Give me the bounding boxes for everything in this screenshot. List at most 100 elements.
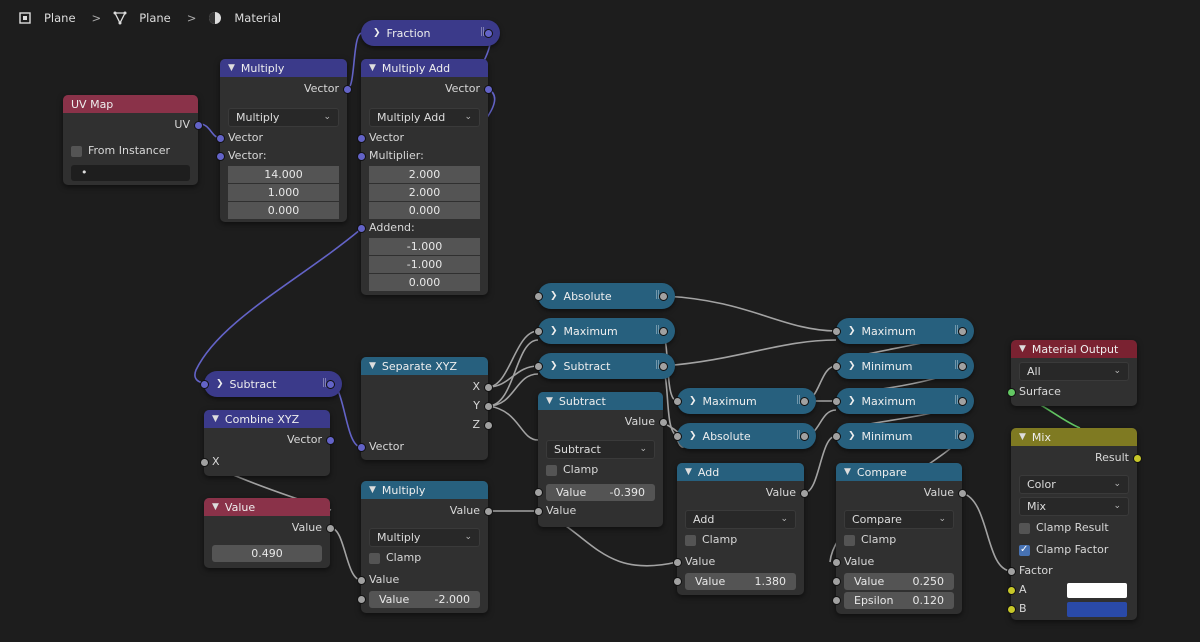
combine-xyz-node[interactable]: ▼ Combine XYZ Vector X bbox=[200, 410, 335, 476]
checkbox-box[interactable] bbox=[844, 534, 855, 546]
value-input-socket[interactable] bbox=[357, 595, 366, 604]
value-output-socket[interactable] bbox=[326, 524, 335, 533]
input-socket[interactable] bbox=[534, 292, 543, 301]
chevron-down-icon[interactable]: ▼ bbox=[1019, 344, 1026, 354]
operation-dropdown[interactable]: Add ⌄ bbox=[685, 510, 796, 529]
input-socket[interactable] bbox=[832, 327, 841, 336]
chevron-down-icon[interactable]: ▼ bbox=[1019, 432, 1026, 442]
vector-output-socket[interactable] bbox=[484, 85, 493, 94]
chevron-down-icon[interactable]: ▼ bbox=[844, 467, 851, 477]
clamp-checkbox[interactable]: Clamp bbox=[369, 550, 421, 566]
value-input-socket[interactable] bbox=[832, 577, 841, 586]
input-socket[interactable] bbox=[673, 432, 682, 441]
value-output-socket[interactable] bbox=[800, 489, 809, 498]
checkbox-box[interactable] bbox=[1019, 522, 1030, 534]
checkbox-box[interactable] bbox=[71, 145, 82, 157]
vector-output-socket[interactable] bbox=[343, 85, 352, 94]
node-header[interactable]: ▼ Value bbox=[204, 498, 330, 516]
maximum-node[interactable]: ❯ Maximum || bbox=[673, 388, 816, 414]
subtract-node[interactable]: ❯ Subtract || bbox=[534, 353, 675, 379]
value-output-socket[interactable] bbox=[958, 489, 967, 498]
value-input-socket[interactable] bbox=[673, 577, 682, 586]
chevron-right-icon[interactable]: ❯ bbox=[848, 326, 856, 336]
chevron-right-icon[interactable]: ❯ bbox=[216, 379, 224, 389]
checkbox-box[interactable] bbox=[546, 464, 557, 476]
multiplier-z-field[interactable]: 0.000 bbox=[369, 202, 480, 219]
chevron-down-icon[interactable]: ▼ bbox=[546, 396, 553, 406]
vector-multiply-node[interactable]: ▼ Multiply Vector Multiply ⌄ Vector Vector… bbox=[216, 59, 352, 222]
absolute-node[interactable]: ❯ Absolute || bbox=[673, 423, 816, 449]
output-socket[interactable] bbox=[958, 432, 967, 441]
input-socket[interactable] bbox=[534, 327, 543, 336]
chevron-right-icon[interactable]: ❯ bbox=[689, 431, 697, 441]
input-socket[interactable] bbox=[832, 432, 841, 441]
value-field[interactable]: Value -2.000 bbox=[369, 591, 480, 608]
chevron-down-icon[interactable]: ▼ bbox=[369, 485, 376, 495]
color-a-swatch[interactable] bbox=[1067, 583, 1127, 598]
maximum-node[interactable]: ❯ Maximum || bbox=[832, 318, 974, 344]
clamp-checkbox[interactable]: Clamp bbox=[685, 532, 737, 548]
output-socket[interactable] bbox=[800, 397, 809, 406]
chevron-right-icon[interactable]: ❯ bbox=[848, 396, 856, 406]
node-header[interactable]: ▼ Subtract bbox=[538, 392, 663, 410]
vector-x-field[interactable]: 14.000 bbox=[228, 166, 339, 183]
node-header[interactable]: ▼ Combine XYZ bbox=[204, 410, 330, 428]
data-type-dropdown[interactable]: Color ⌄ bbox=[1019, 475, 1129, 494]
value-output-socket[interactable] bbox=[659, 418, 668, 427]
value-input-socket[interactable] bbox=[534, 488, 543, 497]
chevron-right-icon[interactable]: ❯ bbox=[848, 361, 856, 371]
clamp-factor-checkbox[interactable]: Clamp Factor bbox=[1019, 542, 1108, 558]
node-header[interactable]: ▼ Multiply bbox=[361, 481, 488, 499]
multiply-add-node[interactable]: ▼ Multiply Add Vector Multiply Add ⌄ Vecto… bbox=[357, 59, 493, 295]
node-header[interactable]: ▼ Multiply bbox=[220, 59, 347, 77]
from-instancer-checkbox[interactable]: From Instancer bbox=[71, 143, 170, 159]
chevron-right-icon[interactable]: ❯ bbox=[550, 326, 558, 336]
minimum-node[interactable]: ❯ Minimum || bbox=[832, 353, 974, 379]
chevron-right-icon[interactable]: ❯ bbox=[550, 291, 558, 301]
node-header[interactable]: ▼ Multiply Add bbox=[361, 59, 488, 77]
multiplier-y-field[interactable]: 2.000 bbox=[369, 184, 480, 201]
breadcrumb-mesh[interactable]: Plane bbox=[139, 11, 171, 25]
node-header[interactable]: ▼ Add bbox=[677, 463, 804, 481]
clamp-result-checkbox[interactable]: Clamp Result bbox=[1019, 520, 1109, 536]
result-output-socket[interactable] bbox=[1133, 454, 1142, 463]
absolute-node[interactable]: ❯ Absolute || bbox=[534, 283, 675, 309]
operation-dropdown[interactable]: Compare ⌄ bbox=[844, 510, 954, 529]
material-output-node[interactable]: ▼ Material Output All ⌄ Surface bbox=[1007, 340, 1137, 406]
output-socket[interactable] bbox=[659, 327, 668, 336]
x-output-socket[interactable] bbox=[484, 383, 493, 392]
addend-z-field[interactable]: 0.000 bbox=[369, 274, 480, 291]
output-socket[interactable] bbox=[326, 380, 335, 389]
chevron-right-icon[interactable]: ❯ bbox=[550, 361, 558, 371]
breadcrumb-object[interactable]: Plane bbox=[44, 11, 76, 25]
vector-output-socket[interactable] bbox=[326, 436, 335, 445]
chevron-down-icon[interactable]: ▼ bbox=[369, 63, 376, 73]
chevron-down-icon[interactable]: ▼ bbox=[685, 467, 692, 477]
operation-dropdown[interactable]: Multiply ⌄ bbox=[369, 528, 480, 547]
value-field[interactable]: Value 1.380 bbox=[685, 573, 796, 590]
color-b-swatch[interactable] bbox=[1067, 602, 1127, 617]
math-add-node[interactable]: ▼ Add Value Add ⌄ Clamp Value Value 1.380 bbox=[673, 463, 809, 595]
addend-y-field[interactable]: -1.000 bbox=[369, 256, 480, 273]
input-socket[interactable] bbox=[200, 380, 209, 389]
checkbox-box[interactable] bbox=[369, 552, 380, 564]
epsilon-field[interactable]: Epsilon 0.120 bbox=[844, 592, 954, 609]
value-field[interactable]: 0.490 bbox=[212, 545, 322, 562]
uv-map-field[interactable]: • bbox=[71, 165, 190, 181]
input-socket[interactable] bbox=[673, 397, 682, 406]
chevron-right-icon[interactable]: ❯ bbox=[848, 431, 856, 441]
output-socket[interactable] bbox=[958, 362, 967, 371]
value-output-socket[interactable] bbox=[484, 507, 493, 516]
math-multiply-node[interactable]: ▼ Multiply Value Multiply ⌄ Clamp Value Va… bbox=[357, 481, 493, 613]
y-output-socket[interactable] bbox=[484, 402, 493, 411]
output-socket[interactable] bbox=[659, 362, 668, 371]
target-dropdown[interactable]: All ⌄ bbox=[1019, 362, 1129, 381]
node-header[interactable]: ▼ Separate XYZ bbox=[361, 357, 488, 375]
breadcrumb-material[interactable]: Material bbox=[234, 11, 281, 25]
output-socket[interactable] bbox=[659, 292, 668, 301]
checkbox-box[interactable] bbox=[685, 534, 696, 546]
output-socket[interactable] bbox=[800, 432, 809, 441]
value-field[interactable]: Value -0.390 bbox=[546, 484, 655, 501]
z-output-socket[interactable] bbox=[484, 421, 493, 430]
operation-dropdown[interactable]: Subtract ⌄ bbox=[546, 440, 655, 459]
